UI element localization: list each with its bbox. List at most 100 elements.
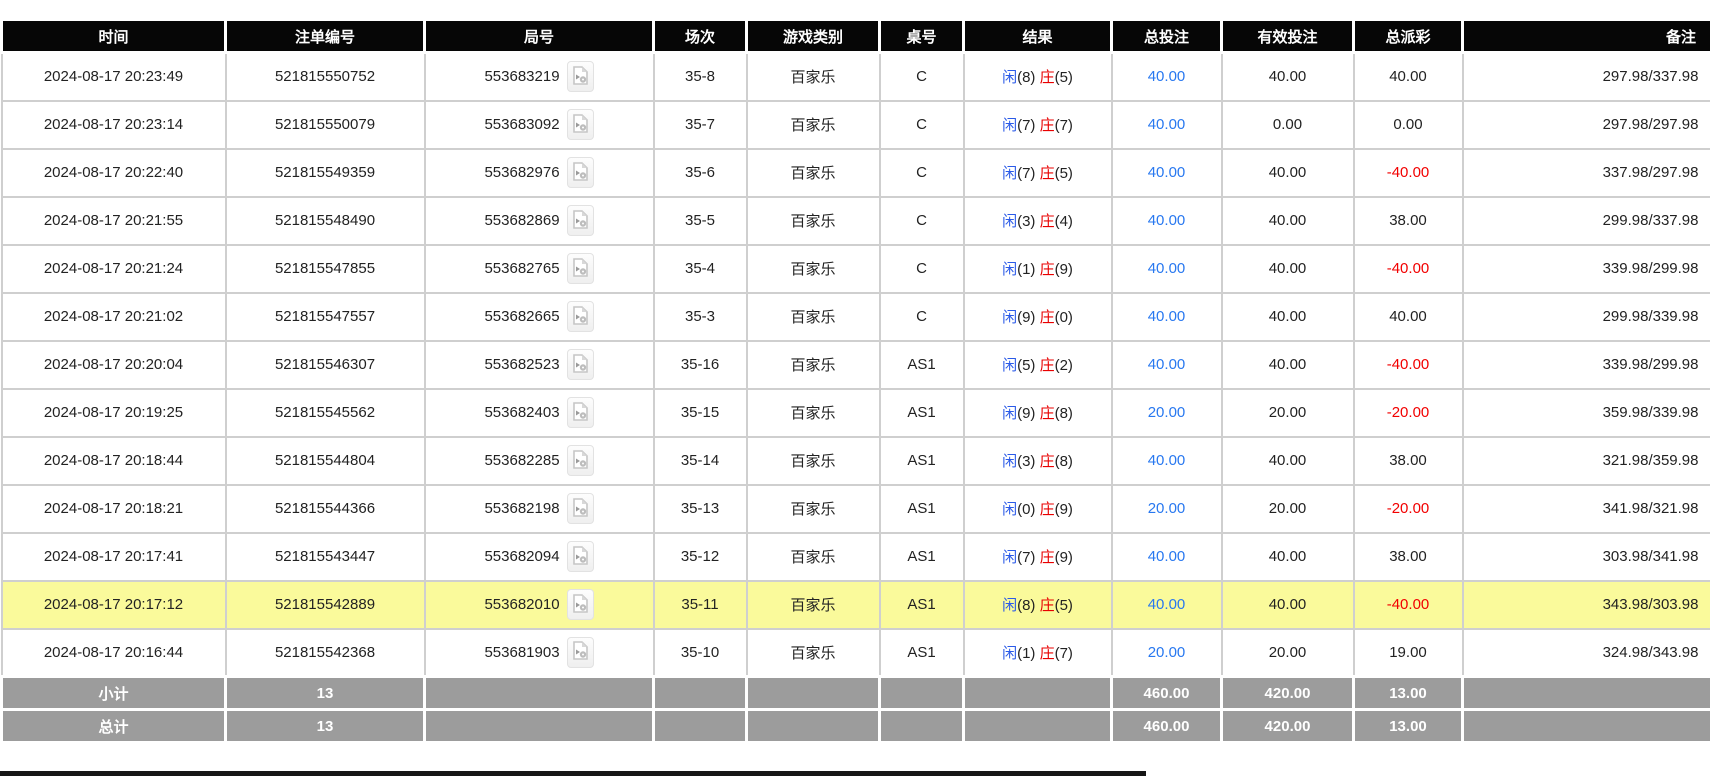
total-bet-link[interactable]: 40.00 [1148,116,1186,133]
cell-table-no: C [878,195,965,246]
summary-empty-cell [878,675,965,711]
total-bet-link[interactable]: 40.00 [1148,164,1186,181]
summary-count: 13 [224,708,426,744]
video-replay-button[interactable] [566,205,594,236]
summary-empty-cell [652,708,748,744]
result-banker-score: (7) [1054,644,1073,662]
cell-valid-bet: 20.00 [1220,627,1355,678]
result-player-score: (7) [1017,165,1040,182]
cell-payout: 38.00 [1352,195,1464,246]
cell-table-no: AS1 [878,531,965,582]
result-banker-label: 庄 [1039,644,1055,662]
cell-payout: -20.00 [1352,387,1464,438]
total-bet-link[interactable]: 40.00 [1148,452,1186,469]
table-body: 2024-08-17 20:23:49 521815550752 553683219… [0,51,1710,678]
summary-empty-cell [1461,708,1710,744]
cell-bet-id: 521815544366 [224,483,426,534]
result-banker-label: 庄 [1039,405,1055,422]
cell-table-no: AS1 [878,579,965,630]
cell-total-bet: 40.00 [1110,291,1223,342]
cell-time: 2024-08-17 20:19:25 [0,387,227,438]
video-replay-button[interactable] [566,493,594,524]
total-bet-link[interactable]: 40.00 [1148,68,1186,85]
total-bet-link[interactable]: 20.00 [1148,500,1186,517]
video-file-icon [572,65,588,88]
cell-result: 闲(1) 庄(9) [962,243,1113,294]
cell-session: 35-11 [652,579,748,630]
total-bet-link[interactable]: 40.00 [1148,212,1186,229]
video-replay-button[interactable] [566,349,594,380]
video-replay-button[interactable] [566,445,594,476]
total-bet-link[interactable]: 40.00 [1148,548,1186,565]
summary-valid-bet: 420.00 [1220,708,1355,744]
cell-game-type: 百家乐 [745,579,881,630]
cell-result: 闲(3) 庄(4) [962,195,1113,246]
cell-time: 2024-08-17 20:18:21 [0,483,227,534]
cell-total-bet: 20.00 [1110,483,1223,534]
result-banker-score: (8) [1054,405,1073,422]
summary-empty-cell [878,708,965,744]
video-replay-button[interactable] [566,589,594,620]
summary-empty-cell [962,675,1113,711]
summary-count: 13 [224,675,426,711]
cell-total-bet: 20.00 [1110,387,1223,438]
video-replay-button[interactable] [566,253,594,284]
next-table-header-edge [0,771,1146,776]
cell-bet-id: 521815547557 [224,291,426,342]
video-replay-button[interactable] [566,636,594,668]
cell-valid-bet: 0.00 [1220,99,1355,150]
video-replay-button[interactable] [566,109,594,140]
col-header-table_no: 桌号 [878,18,965,54]
table-header: 时间 注单编号 局号 场次 游戏类别 桌号 结果 总投注 有效投注 总派彩 备注 [0,18,1710,54]
round-number: 553682523 [484,356,560,373]
summary-row: 小计 13 460.00 420.00 13.00 [0,675,1710,711]
round-number: 553683219 [484,68,560,86]
total-bet-link[interactable]: 40.00 [1148,308,1186,325]
summary-payout: 13.00 [1352,675,1464,711]
total-bet-link[interactable]: 20.00 [1148,644,1186,661]
cell-total-bet: 40.00 [1110,147,1223,198]
video-replay-button[interactable] [566,397,594,428]
cell-result: 闲(9) 庄(8) [962,387,1113,438]
summary-label: 总计 [0,708,227,744]
total-bet-link[interactable]: 20.00 [1148,404,1186,421]
round-number: 553682869 [484,212,560,229]
video-replay-button[interactable] [566,61,594,93]
round-number: 553682665 [484,308,560,325]
table-row: 2024-08-17 20:16:44 521815542368 553681903… [0,627,1710,678]
video-file-icon [572,545,588,568]
bet-history-table: 时间 注单编号 局号 场次 游戏类别 桌号 结果 总投注 有效投注 总派彩 备注 2024-08-1… [0,18,1710,744]
cell-remark: 303.98/341.98 [1461,531,1710,582]
cell-round: 553682765 [423,243,655,294]
result-player-label: 闲 [1002,549,1018,566]
col-header-total_bet: 总投注 [1110,18,1223,54]
cell-game-type: 百家乐 [745,483,881,534]
col-header-result: 结果 [962,18,1113,54]
cell-result: 闲(9) 庄(0) [962,291,1113,342]
video-replay-button[interactable] [566,541,594,572]
total-bet-link[interactable]: 40.00 [1148,356,1186,373]
total-bet-link[interactable]: 40.00 [1148,260,1186,277]
table-row: 2024-08-17 20:23:14 521815550079 553683092… [0,99,1710,150]
summary-empty-cell [652,675,748,711]
cell-session: 35-3 [652,291,748,342]
table-row: 2024-08-17 20:17:41 521815543447 553682094… [0,531,1710,582]
cell-round: 553681903 [423,627,655,678]
cell-payout: -40.00 [1352,579,1464,630]
summary-empty-cell [962,708,1113,744]
summary-empty-cell [745,708,881,744]
cell-total-bet: 40.00 [1110,99,1223,150]
cell-time: 2024-08-17 20:22:40 [0,147,227,198]
result-player-label: 闲 [1002,309,1018,326]
result-banker-score: (5) [1054,69,1073,87]
cell-total-bet: 40.00 [1110,243,1223,294]
cell-game-type: 百家乐 [745,339,881,390]
total-bet-link[interactable]: 40.00 [1148,596,1186,613]
cell-table-no: AS1 [878,483,965,534]
round-number: 553682198 [484,500,560,517]
video-replay-button[interactable] [566,301,594,332]
cell-valid-bet: 40.00 [1220,243,1355,294]
cell-table-no: AS1 [878,627,965,678]
col-header-game_type: 游戏类别 [745,18,881,54]
video-replay-button[interactable] [566,157,594,188]
